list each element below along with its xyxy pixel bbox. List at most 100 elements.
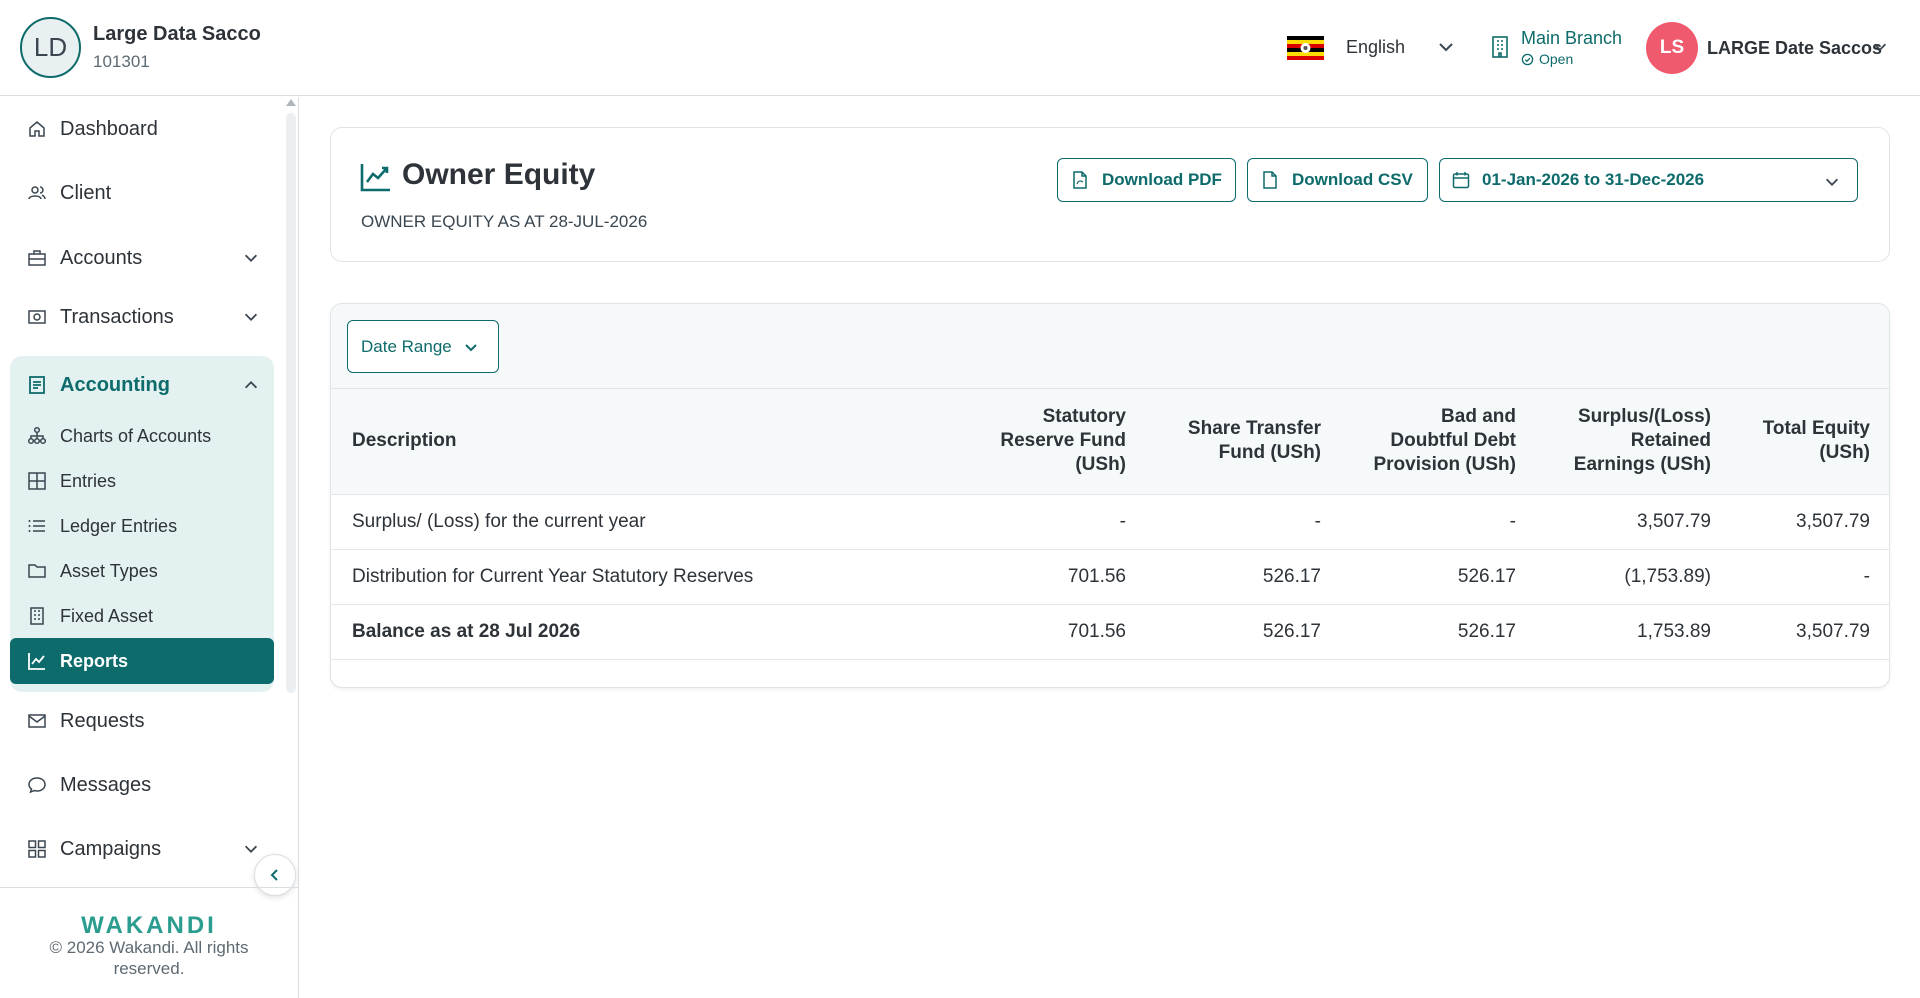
sidebar-item-label: Transactions bbox=[60, 305, 174, 328]
table-cell: Surplus/ (Loss) for the current year bbox=[331, 494, 941, 550]
apps-icon bbox=[26, 838, 48, 860]
sidebar-item-requests[interactable]: Requests bbox=[10, 699, 274, 743]
check-circle-icon bbox=[1521, 53, 1534, 65]
home-icon bbox=[26, 118, 48, 140]
table-cell: 3,507.79 bbox=[1516, 494, 1711, 550]
org-name: Large Data Sacco bbox=[93, 23, 261, 45]
user-name[interactable]: LARGE Date Saccos bbox=[1707, 38, 1882, 59]
chart-icon bbox=[360, 162, 392, 192]
cash-icon bbox=[26, 306, 48, 328]
sidebar-item-client[interactable]: Client bbox=[10, 171, 274, 215]
chart-icon bbox=[26, 650, 48, 672]
sidebar-item-entries[interactable]: Entries bbox=[10, 461, 274, 501]
table-cell: 3,507.79 bbox=[1711, 494, 1889, 550]
sidebar-item-ledger-entries[interactable]: Ledger Entries bbox=[10, 506, 274, 546]
chevron-down-icon bbox=[242, 249, 260, 267]
sidebar-item-accounting[interactable]: Accounting bbox=[10, 363, 274, 407]
sidebar-item-reports[interactable]: Reports bbox=[10, 638, 274, 684]
top-header: LD Large Data Sacco 101301 English Main … bbox=[0, 0, 1920, 96]
sidebar-item-fixed-asset[interactable]: Fixed Asset bbox=[10, 596, 274, 636]
sidebar-item-label: Accounts bbox=[60, 246, 143, 269]
briefcase-icon bbox=[26, 247, 48, 269]
sidebar-item-label: Messages bbox=[60, 773, 152, 796]
table-cell: 1,753.89 bbox=[1516, 604, 1711, 660]
column-header-total-equity: Total Equity (USh) bbox=[1711, 389, 1889, 495]
chevron-down-icon[interactable] bbox=[1871, 38, 1889, 56]
sidebar-item-asset-types[interactable]: Asset Types bbox=[10, 551, 274, 591]
sidebar-item-label: Accounting bbox=[60, 373, 170, 396]
page-title: Owner Equity bbox=[402, 158, 596, 191]
page-subtitle: OWNER EQUITY AS AT 28-JUL-2026 bbox=[361, 212, 648, 231]
table-cell: 701.56 bbox=[941, 604, 1126, 660]
chevron-down-icon bbox=[242, 840, 260, 858]
column-header-statutory-reserve: Statutory Reserve Fund (USh) bbox=[941, 389, 1126, 495]
chevron-left-icon bbox=[270, 869, 278, 881]
grid-icon bbox=[26, 470, 48, 492]
scroll-up-arrow[interactable] bbox=[286, 99, 296, 106]
mail-icon bbox=[26, 710, 48, 732]
list-icon bbox=[26, 515, 48, 537]
owner-equity-table: Description Statutory Reserve Fund (USh)… bbox=[331, 389, 1889, 660]
table-cell: 3,507.79 bbox=[1711, 604, 1889, 660]
sidebar-item-charts-of-accounts[interactable]: Charts of Accounts bbox=[10, 416, 274, 456]
folder-icon bbox=[26, 560, 48, 582]
filter-bar: Date Range bbox=[331, 304, 1889, 389]
sidebar-divider bbox=[0, 887, 298, 888]
table-cell: Balance as at 28 Jul 2026 bbox=[331, 604, 941, 660]
chevron-down-icon bbox=[242, 308, 260, 326]
column-header-retained-earnings: Surplus/(Loss) Retained Earnings (USh) bbox=[1516, 389, 1711, 495]
branch-name[interactable]: Main Branch bbox=[1521, 28, 1622, 49]
table-cell: - bbox=[1126, 494, 1321, 550]
copyright-text: © 2026 Wakandi. All rights reserved. bbox=[49, 938, 249, 978]
ledger-icon bbox=[26, 374, 48, 396]
report-table-card: Date Range Description Statutory Reserve… bbox=[330, 303, 1890, 688]
sidebar-item-label: Asset Types bbox=[60, 560, 158, 581]
language-selector[interactable]: English bbox=[1346, 37, 1405, 58]
sidebar-item-campaigns[interactable]: Campaigns bbox=[10, 827, 274, 871]
chat-icon bbox=[26, 774, 48, 796]
table-cell: Distribution for Current Year Statutory … bbox=[331, 549, 941, 605]
download-pdf-button[interactable]: Download PDF bbox=[1057, 158, 1236, 202]
sidebar-item-label: Entries bbox=[60, 470, 117, 491]
sidebar-item-accounts[interactable]: Accounts bbox=[10, 236, 274, 280]
date-range-select[interactable]: 01-Jan-2026 to 31-Dec-2026 bbox=[1439, 158, 1858, 202]
download-csv-button[interactable]: Download CSV bbox=[1247, 158, 1428, 202]
chevron-down-icon bbox=[465, 343, 477, 351]
column-header-share-transfer: Share Transfer Fund (USh) bbox=[1126, 389, 1321, 495]
date-range-value: 01-Jan-2026 to 31-Dec-2026 bbox=[1482, 170, 1705, 189]
table-cell: - bbox=[941, 494, 1126, 550]
calendar-icon bbox=[1452, 172, 1470, 189]
sidebar-item-label: Dashboard bbox=[60, 117, 158, 140]
sidebar-scrollbar[interactable] bbox=[286, 113, 296, 693]
sidebar-item-label: Client bbox=[60, 181, 112, 204]
file-icon bbox=[1263, 171, 1277, 189]
sidebar-item-messages[interactable]: Messages bbox=[10, 763, 274, 807]
sidebar-item-label: Campaigns bbox=[60, 837, 162, 860]
chevron-down-icon bbox=[1823, 173, 1841, 191]
table-cell: 526.17 bbox=[1321, 549, 1516, 605]
table-cell: 526.17 bbox=[1126, 604, 1321, 660]
table-cell: 701.56 bbox=[941, 549, 1126, 605]
chevron-up-icon bbox=[242, 376, 260, 394]
users-icon bbox=[26, 182, 48, 204]
table-cell: 526.17 bbox=[1321, 604, 1516, 660]
download-csv-label: Download CSV bbox=[1292, 170, 1413, 189]
branch-status: Open bbox=[1521, 51, 1573, 67]
sidebar-item-dashboard[interactable]: Dashboard bbox=[10, 107, 274, 151]
table-header-row: Description Statutory Reserve Fund (USh)… bbox=[331, 389, 1889, 495]
download-pdf-label: Download PDF bbox=[1102, 170, 1222, 189]
table-cell: - bbox=[1321, 494, 1516, 550]
user-avatar[interactable]: LS bbox=[1646, 22, 1698, 74]
date-range-filter-label: Date Range bbox=[361, 336, 452, 356]
building-icon bbox=[1490, 35, 1510, 59]
table-row: Distribution for Current Year Statutory … bbox=[331, 549, 1889, 605]
chevron-down-icon[interactable] bbox=[1436, 37, 1456, 57]
table-cell: - bbox=[1711, 549, 1889, 605]
table-row-total: Balance as at 28 Jul 2026 701.56 526.17 … bbox=[331, 604, 1889, 660]
sidebar-item-label: Reports bbox=[60, 650, 129, 671]
sidebar-item-transactions[interactable]: Transactions bbox=[10, 295, 274, 339]
date-range-filter-button[interactable]: Date Range bbox=[347, 320, 499, 373]
building-icon bbox=[26, 605, 48, 627]
org-info[interactable]: LD Large Data Sacco 101301 bbox=[20, 17, 261, 78]
collapse-sidebar-button[interactable] bbox=[254, 854, 296, 896]
